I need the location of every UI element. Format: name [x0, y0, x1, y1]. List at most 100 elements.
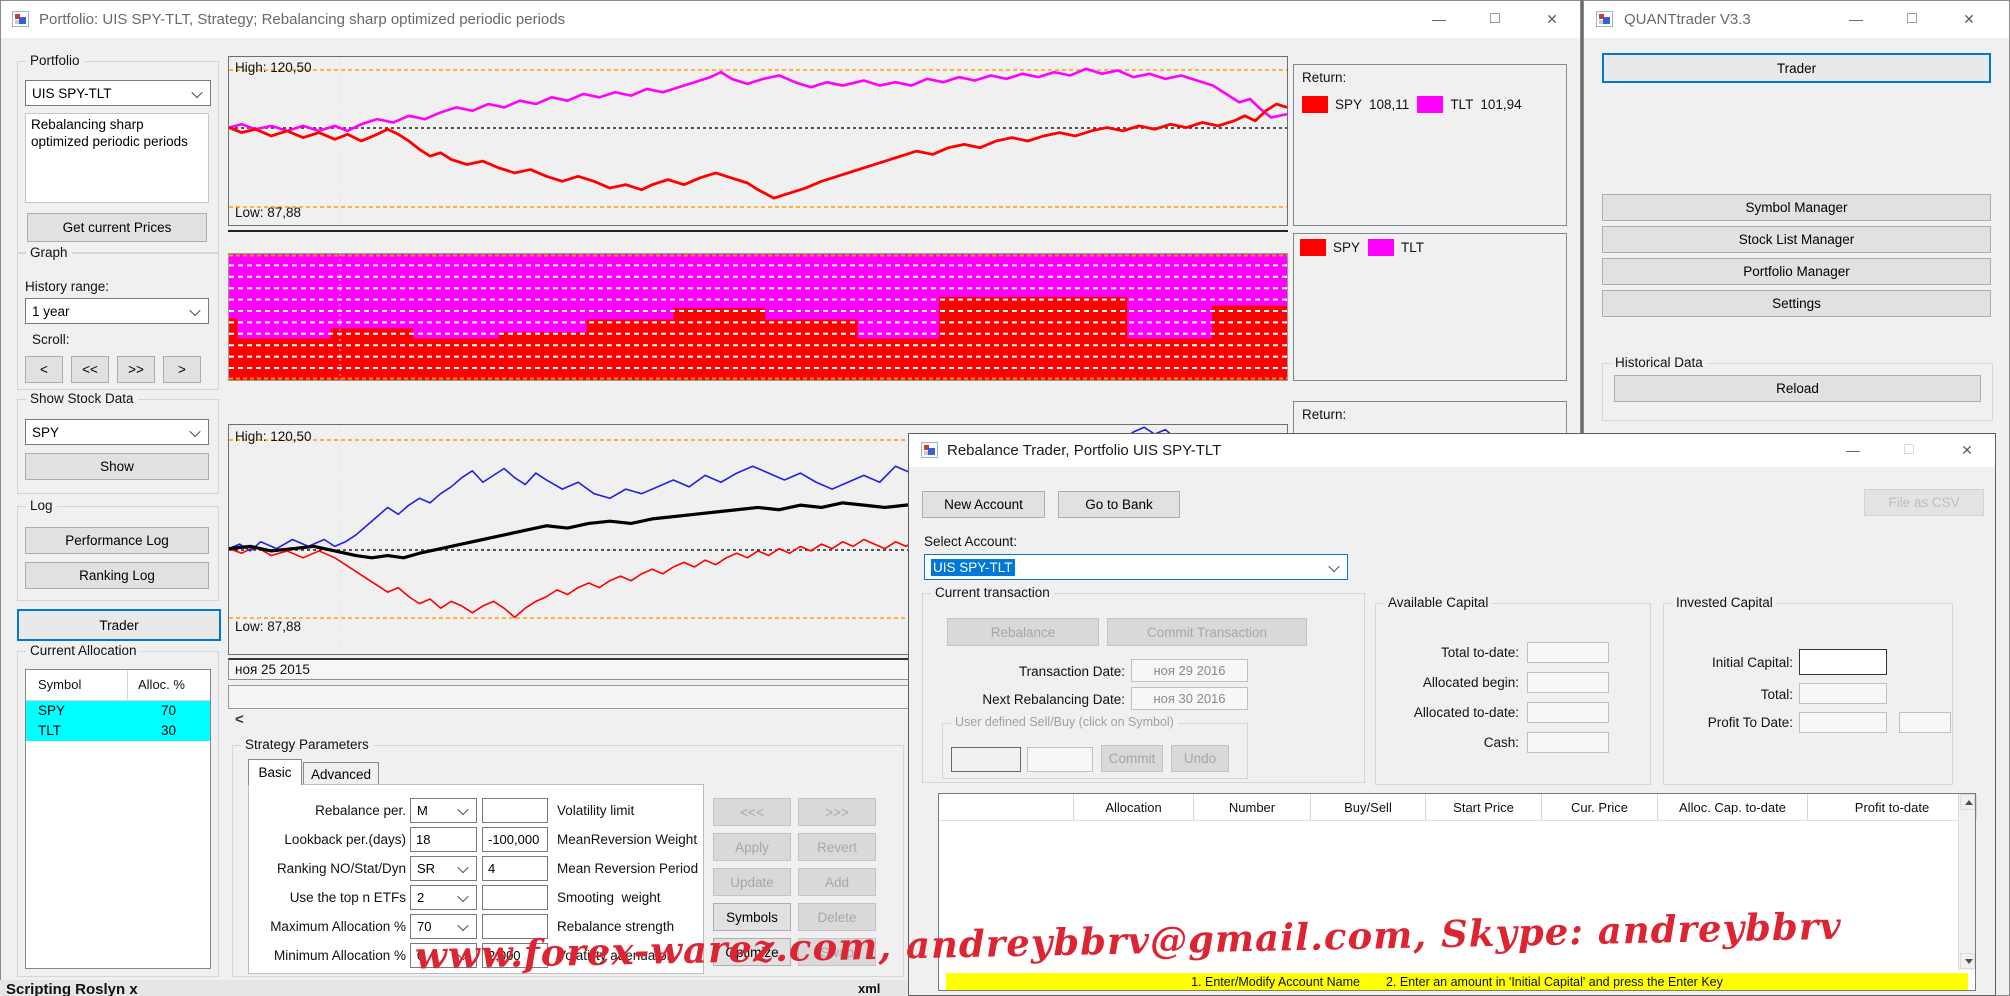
legend-swatch	[1300, 239, 1326, 256]
invested-capital-label: Invested Capital	[1672, 595, 1777, 610]
quant-close-icon[interactable]: ✕	[1946, 1, 1992, 37]
initial-capital-input[interactable]	[1799, 649, 1887, 675]
dialog-app-icon	[921, 442, 938, 458]
performance-log-button[interactable]: Performance Log	[25, 527, 209, 554]
select-account-label: Select Account:	[924, 534, 1018, 549]
strategy-input2[interactable]: 4	[482, 856, 548, 881]
strategy-combo-value: SR	[417, 861, 436, 876]
legend-name: TLT	[1450, 97, 1474, 112]
rebalance-button: Rebalance	[947, 618, 1099, 646]
available-capital-row-field	[1527, 732, 1609, 753]
status-bar: 1. Enter/Modify Account Name 2. Enter an…	[946, 973, 1968, 990]
quant-minimize-icon[interactable]: —	[1833, 1, 1879, 37]
scroll-label: Scroll:	[32, 332, 70, 347]
current-transaction-label: Current transaction	[931, 585, 1054, 600]
table-header-Cur. Price[interactable]: Cur. Price	[1542, 794, 1658, 820]
maximize-icon[interactable]: □	[1472, 1, 1518, 37]
strategy-combo[interactable]: 2	[410, 885, 477, 910]
show-button[interactable]: Show	[25, 453, 209, 480]
allocation-header-alloc[interactable]: Alloc. %	[138, 677, 185, 692]
ranking-log-button[interactable]: Ranking Log	[25, 562, 209, 589]
portfolio-description: Rebalancing sharp optimized periodic per…	[25, 113, 209, 203]
new-account-button[interactable]: New Account	[922, 491, 1045, 518]
scroll-fast-right-button[interactable]: >>	[117, 356, 155, 383]
legend-name: TLT	[1401, 240, 1425, 255]
stock-select[interactable]: SPY	[25, 419, 209, 445]
account-select[interactable]: UIS SPY-TLT	[924, 554, 1348, 580]
undo-button: Undo	[1171, 745, 1229, 772]
strategy-input2[interactable]: -100,000	[482, 827, 548, 852]
chart1-high-label: High: 120,50	[235, 60, 312, 75]
allocation-rows: SPY 70 TLT 30	[26, 701, 210, 741]
allocation-header-symbol[interactable]: Symbol	[38, 677, 81, 692]
table-scrollbar[interactable]	[1958, 794, 1975, 970]
add-button: Add	[798, 868, 876, 896]
xml-label: xml	[858, 981, 881, 996]
strategy-input[interactable]: 18	[410, 827, 477, 852]
scrollbar-up-icon[interactable]	[1960, 794, 1975, 810]
trader-button[interactable]: Trader	[17, 609, 221, 641]
quant-trader-button[interactable]: Trader	[1602, 53, 1991, 83]
allocation-bars-chart[interactable]	[228, 253, 1288, 381]
stock-list-manager-button[interactable]: Stock List Manager	[1602, 226, 1991, 253]
collapse-panel-arrow[interactable]: <	[235, 711, 244, 728]
quant-maximize-icon[interactable]: □	[1889, 1, 1935, 37]
close-icon[interactable]: ✕	[1529, 1, 1575, 37]
allocation-row[interactable]: TLT 30	[26, 721, 210, 741]
symbol-manager-button[interactable]: Symbol Manager	[1602, 194, 1991, 221]
status-part2: 2. Enter an amount in 'Initial Capital' …	[1385, 974, 1723, 989]
table-header-Start Price[interactable]: Start Price	[1426, 794, 1542, 820]
reload-button[interactable]: Reload	[1614, 375, 1981, 402]
invested-total-label: Total:	[1760, 687, 1793, 702]
strategy-input2[interactable]	[482, 798, 548, 823]
date-bar-text: ноя 25 2015	[235, 662, 310, 677]
dialog-close-icon[interactable]: ✕	[1944, 434, 1990, 466]
chart-top-returns[interactable]: High: 120,50 Low: 87,88	[228, 56, 1288, 226]
allocation-row[interactable]: SPY 70	[26, 701, 210, 721]
minimize-icon[interactable]: —	[1416, 1, 1462, 37]
portfolio-select[interactable]: UIS SPY-TLT	[25, 80, 211, 106]
strategy-combo[interactable]: M	[410, 798, 477, 823]
account-select-value: UIS SPY-TLT	[931, 558, 1015, 576]
commit-button: Commit	[1101, 745, 1163, 772]
strategy-combo-value: M	[417, 803, 428, 818]
history-range-select[interactable]: 1 year	[25, 298, 209, 324]
table-header-blank[interactable]	[939, 794, 1074, 820]
tab-basic[interactable]: Basic	[248, 759, 302, 785]
table-header-Alloc. Cap. to-date[interactable]: Alloc. Cap. to-date	[1658, 794, 1808, 820]
strategy-input2[interactable]	[482, 885, 548, 910]
tab-advanced[interactable]: Advanced	[303, 762, 379, 785]
table-header-Buy/Sell[interactable]: Buy/Sell	[1311, 794, 1426, 820]
scroll-right-button[interactable]: >	[163, 356, 201, 383]
go-to-bank-button[interactable]: Go to Bank	[1058, 491, 1180, 518]
table-header-Number[interactable]: Number	[1194, 794, 1311, 820]
strategy-right-label: Volatility limit	[557, 803, 635, 818]
legend-name: SPY	[1335, 97, 1363, 112]
legend-item: TLT	[1368, 239, 1424, 256]
scroll-left-button[interactable]: <	[25, 356, 63, 383]
update-button: Update	[713, 868, 791, 896]
get-current-prices-button[interactable]: Get current Prices	[27, 213, 207, 242]
history-range-value: 1 year	[32, 303, 70, 319]
dialog-titlebar[interactable]: Rebalance Trader, Portfolio UIS SPY-TLT …	[909, 434, 1995, 467]
dialog-minimize-icon[interactable]: —	[1830, 434, 1876, 466]
legend-swatch	[1417, 96, 1444, 113]
strategy-right-label: MeanReversion Weight	[557, 832, 698, 847]
available-capital-label: Available Capital	[1384, 595, 1493, 610]
current-allocation-label: Current Allocation	[26, 643, 141, 658]
show-stock-group-label: Show Stock Data	[26, 391, 138, 406]
available-capital-row-field	[1527, 702, 1609, 723]
chart-separator	[228, 230, 1288, 232]
scrollbar-down-icon[interactable]	[1960, 953, 1975, 969]
portfolio-manager-button[interactable]: Portfolio Manager	[1602, 258, 1991, 285]
portfolio-window-titlebar[interactable]: Portfolio: UIS SPY-TLT, Strategy; Rebala…	[1, 1, 1580, 38]
file-as-csv-button: File as CSV	[1864, 489, 1984, 516]
table-header-Profit to-date[interactable]: Profit to-date	[1808, 794, 1977, 820]
scroll-fast-left-button[interactable]: <<	[71, 356, 109, 383]
allocation-symbol: TLT	[38, 723, 61, 738]
quant-titlebar[interactable]: QUANTtrader V3.3 — □ ✕	[1584, 1, 2009, 38]
strategy-combo[interactable]: SR	[410, 856, 477, 881]
user-defined-label: User defined Sell/Buy (click on Symbol)	[951, 715, 1178, 729]
table-header-Allocation[interactable]: Allocation	[1074, 794, 1194, 820]
settings-button[interactable]: Settings	[1602, 290, 1991, 317]
